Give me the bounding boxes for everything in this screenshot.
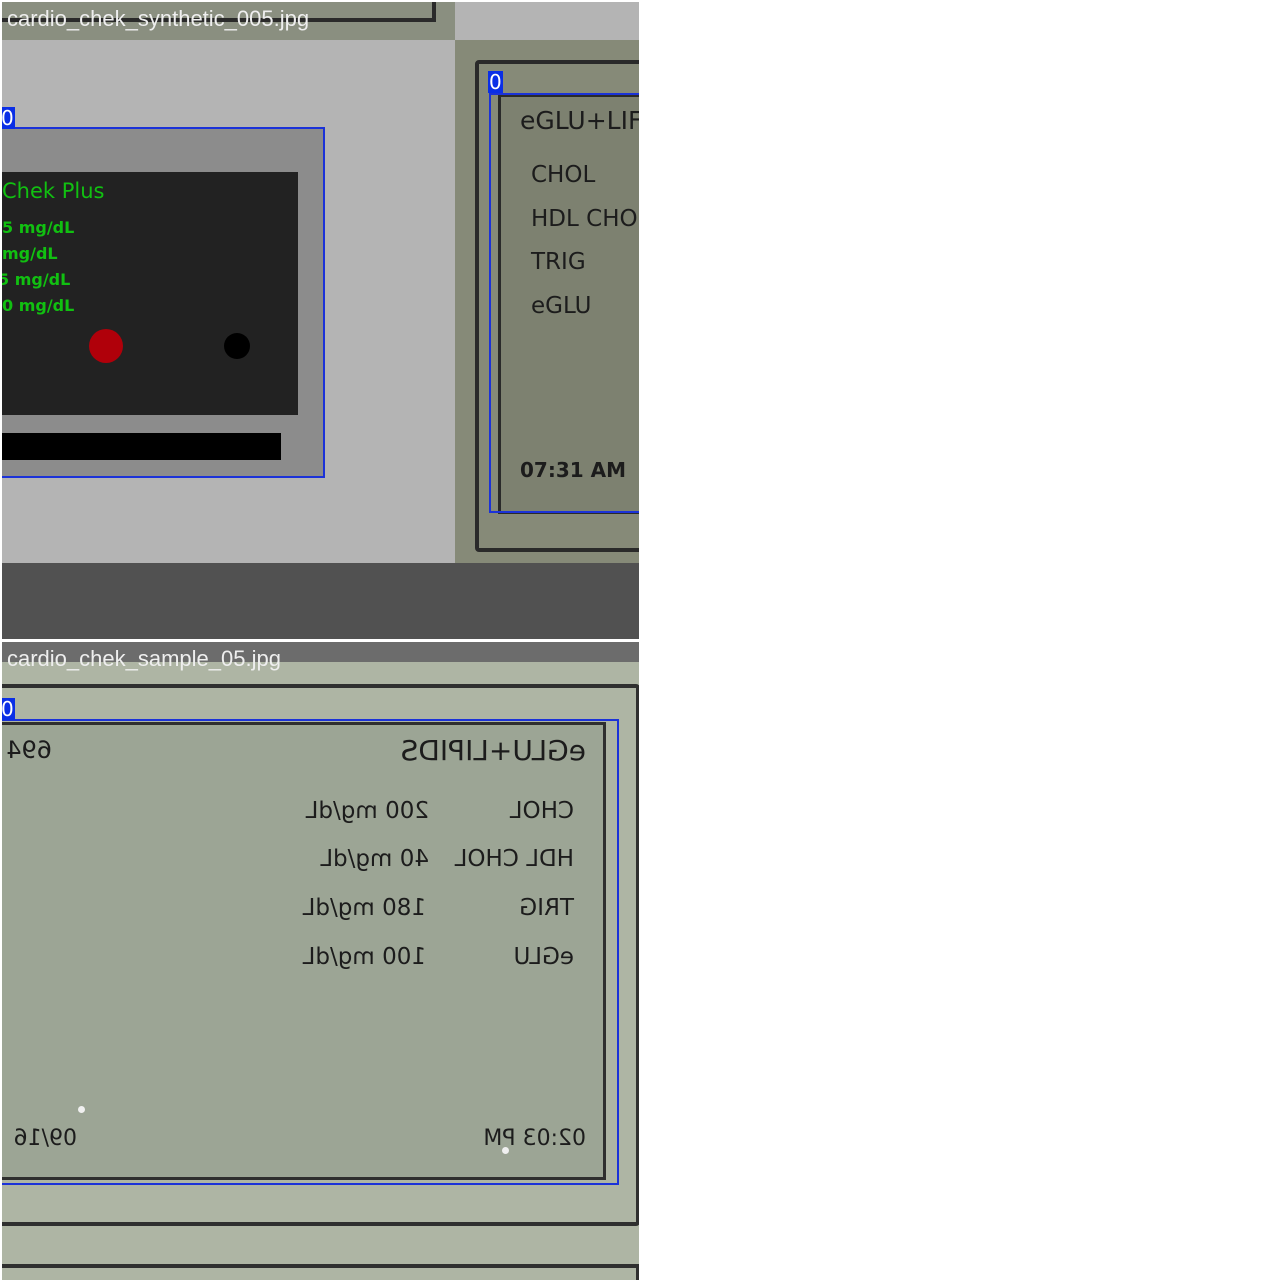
bounding-box (489, 93, 639, 513)
class-label: 0 (2, 106, 15, 130)
device-lower-frame (2, 1264, 639, 1280)
bounding-box (2, 127, 325, 478)
mosaic-tile-sample: eGLU+LIPIDS 694 CHOL 200 mg/dL HDL CHOL … (2, 642, 639, 1280)
tile-filename: cardio_chek_sample_05.jpg (7, 646, 281, 671)
tile-filename: cardio_chek_synthetic_005.jpg (7, 6, 310, 31)
class-label: 0 (2, 697, 15, 721)
mosaic-tile-synthetic: Chek Plus 5 mg/dL mg/dL 5 mg/dL 0 mg/dL … (2, 2, 639, 639)
class-label: 0 (488, 70, 503, 94)
bounding-box (2, 719, 619, 1185)
bottom-strip (2, 563, 639, 639)
